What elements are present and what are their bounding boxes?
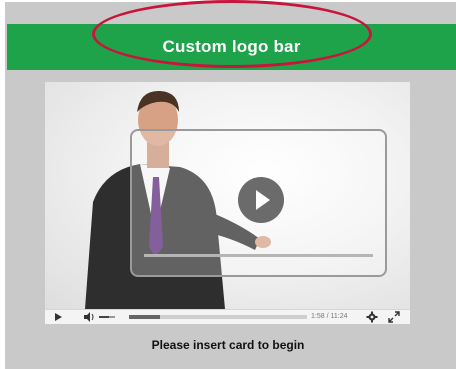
fullscreen-icon[interactable] [388, 311, 400, 323]
video-player[interactable]: 1:58 / 11:24 [45, 82, 410, 324]
gear-icon[interactable] [366, 311, 378, 323]
logo-bar-text: Custom logo bar [162, 37, 301, 56]
time-separator: / [326, 313, 329, 320]
seek-progress [129, 315, 160, 319]
logo-bar: Custom logo bar [7, 24, 456, 70]
volume-slider[interactable] [99, 316, 115, 318]
player-controls: 1:58 / 11:24 [45, 309, 410, 324]
time-display: 1:58 / 11:24 [311, 311, 347, 323]
play-button[interactable] [53, 311, 65, 323]
time-total: 11:24 [330, 313, 348, 320]
volume-level [99, 316, 109, 318]
time-current: 1:58 [311, 313, 325, 320]
video-frame[interactable] [45, 82, 410, 309]
status-message: Please insert card to begin [151, 338, 305, 352]
seek-bar[interactable] [129, 315, 307, 319]
big-play-button[interactable] [238, 177, 284, 223]
glass-progress-bar [144, 254, 373, 257]
volume-icon[interactable] [83, 311, 95, 323]
